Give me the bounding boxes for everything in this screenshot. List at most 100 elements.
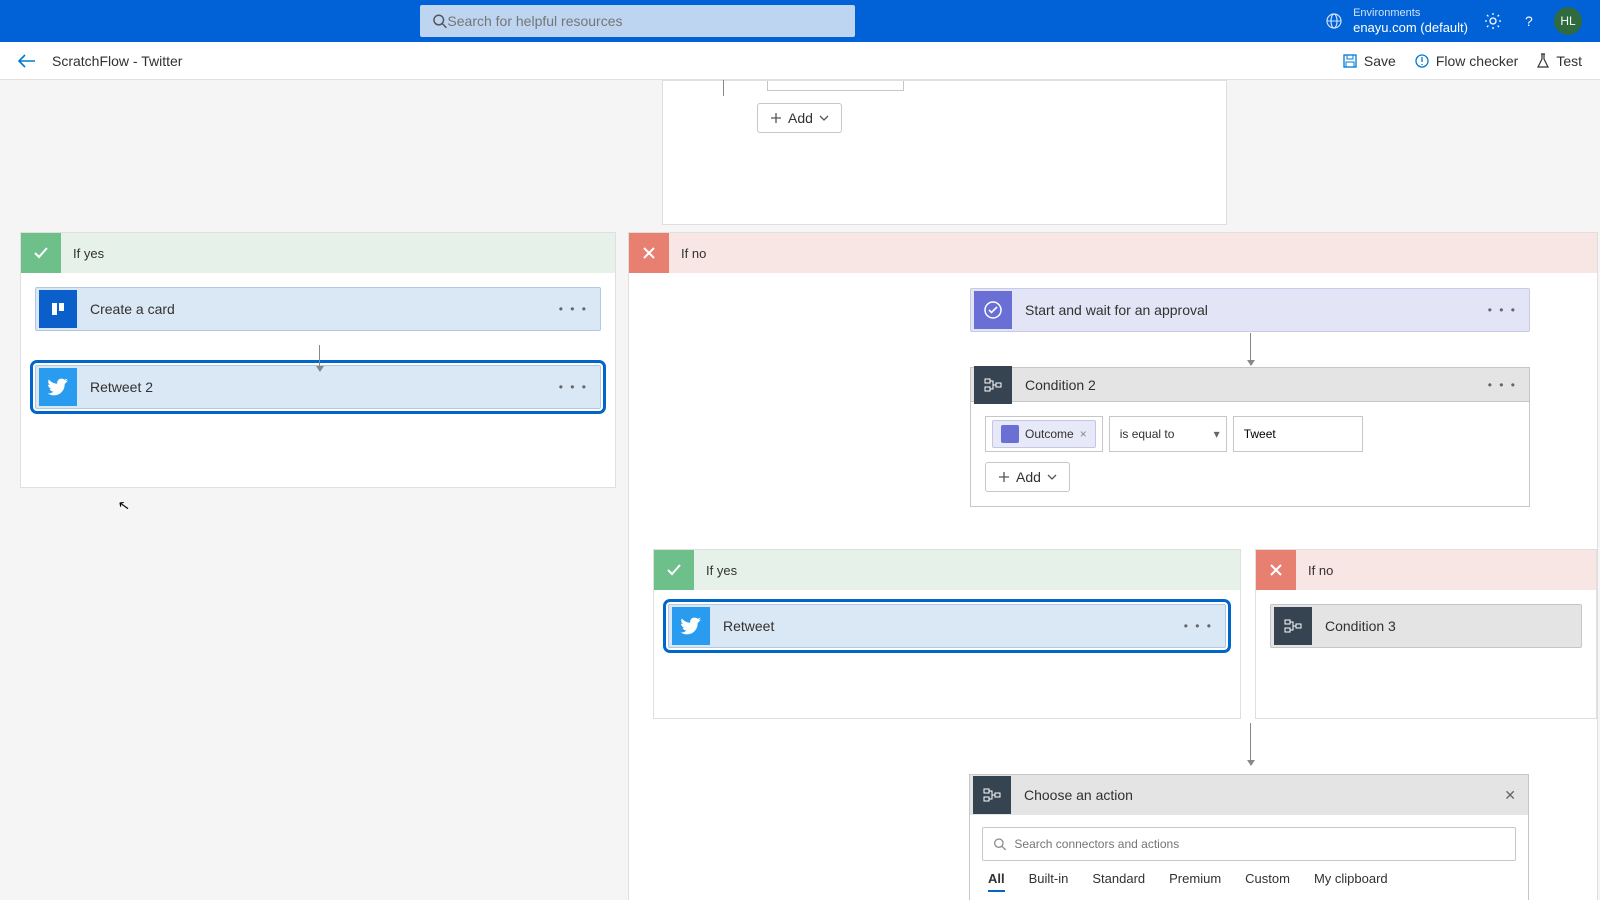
connector-line	[319, 345, 320, 371]
token-remove-button[interactable]: ×	[1080, 427, 1087, 441]
plus-icon	[998, 471, 1010, 483]
tab-all[interactable]: All	[988, 871, 1005, 892]
tab-clipboard[interactable]: My clipboard	[1314, 871, 1388, 892]
test-label: Test	[1556, 53, 1582, 69]
start-wait-label: Start and wait for an approval	[1015, 302, 1476, 318]
checker-icon	[1414, 53, 1430, 69]
card-menu-button[interactable]: • • •	[547, 380, 600, 394]
connector-line	[723, 80, 724, 96]
card-menu-button[interactable]: • • •	[1476, 303, 1529, 317]
add-label: Add	[788, 110, 813, 126]
if-yes-label: If yes	[73, 246, 104, 261]
condition-icon	[973, 776, 1011, 814]
card-menu-button[interactable]: • • •	[1172, 619, 1225, 633]
arrow-left-icon	[18, 54, 36, 68]
environment-icon	[1325, 12, 1343, 30]
condition-icon	[1274, 607, 1312, 645]
help-button[interactable]: ?	[1518, 10, 1540, 32]
flask-icon	[1536, 53, 1550, 69]
chevron-down-icon	[819, 114, 829, 122]
add-label: Add	[1016, 469, 1041, 485]
token-label: Outcome	[1025, 427, 1074, 441]
create-card-label: Create a card	[80, 301, 547, 317]
nested-if-no-label: If no	[1308, 563, 1333, 578]
environment-label: Environments	[1353, 7, 1468, 20]
connector-line	[1250, 333, 1251, 365]
condition2-card[interactable]: Condition 2 • • • Outcome × is equal to	[970, 367, 1530, 507]
create-card-action[interactable]: Create a card • • •	[35, 287, 601, 331]
if-yes-branch: If yes Create a card • • • Retweet 2 • •…	[20, 232, 616, 488]
twitter-icon	[672, 607, 710, 645]
condition-icon	[974, 366, 1012, 404]
retweet-action[interactable]: Retweet • • •	[668, 604, 1226, 648]
test-button[interactable]: Test	[1536, 53, 1582, 69]
connector-line	[1250, 723, 1251, 765]
card-menu-button[interactable]: • • •	[1476, 378, 1529, 392]
token-icon	[1001, 425, 1019, 443]
x-icon	[629, 233, 669, 273]
connector-search[interactable]	[982, 827, 1516, 861]
operator-label: is equal to	[1120, 427, 1175, 441]
help-icon: ?	[1520, 12, 1538, 30]
flow-checker-label: Flow checker	[1436, 53, 1518, 69]
plus-icon	[770, 112, 782, 124]
svg-text:?: ?	[1525, 13, 1533, 29]
tab-builtin[interactable]: Built-in	[1029, 871, 1069, 892]
choose-action-title: Choose an action	[1014, 787, 1492, 803]
save-label: Save	[1364, 53, 1396, 69]
flow-canvas: Add If yes Create a card • • • Retweet 2	[0, 80, 1600, 900]
save-icon	[1342, 53, 1358, 69]
close-button[interactable]: ✕	[1492, 787, 1528, 804]
nested-if-no-header[interactable]: If no	[1256, 550, 1596, 590]
tab-standard[interactable]: Standard	[1092, 871, 1145, 892]
tab-premium[interactable]: Premium	[1169, 871, 1221, 892]
global-search[interactable]	[420, 5, 855, 37]
check-icon	[21, 233, 61, 273]
retweet2-label: Retweet 2	[80, 379, 547, 395]
add-button[interactable]: Add	[757, 103, 842, 133]
condition3-card[interactable]: Condition 3	[1270, 604, 1582, 648]
outcome-token[interactable]: Outcome ×	[992, 420, 1096, 448]
flow-checker-button[interactable]: Flow checker	[1414, 53, 1518, 69]
flow-title: ScratchFlow - Twitter	[52, 53, 182, 69]
card-menu-button[interactable]: • • •	[547, 302, 600, 316]
nested-if-yes-branch: If yes Retweet • • •	[653, 549, 1241, 719]
if-no-label: If no	[681, 246, 706, 261]
gear-icon	[1484, 12, 1502, 30]
operator-select[interactable]: is equal to	[1109, 416, 1227, 452]
x-icon	[1256, 550, 1296, 590]
settings-button[interactable]	[1482, 10, 1504, 32]
condition3-label: Condition 3	[1315, 618, 1581, 634]
if-yes-header[interactable]: If yes	[21, 233, 615, 273]
nested-if-no-branch: If no Condition 3	[1255, 549, 1597, 719]
if-no-header[interactable]: If no	[629, 233, 1597, 273]
start-wait-action[interactable]: Start and wait for an approval • • •	[970, 288, 1530, 332]
top-app-bar: Environments enayu.com (default) ? HL	[0, 0, 1600, 42]
mouse-cursor: ↖	[117, 496, 132, 515]
chevron-down-icon	[1047, 473, 1057, 481]
condition2-label: Condition 2	[1015, 377, 1476, 393]
back-button[interactable]	[18, 54, 36, 68]
nested-if-yes-label: If yes	[706, 563, 737, 578]
add-row-button[interactable]: Add	[985, 462, 1070, 492]
input-stub	[767, 81, 904, 91]
approval-icon	[974, 291, 1012, 329]
condition-value-input[interactable]	[1233, 416, 1363, 452]
user-avatar[interactable]: HL	[1554, 7, 1582, 35]
environment-picker[interactable]: Environments enayu.com (default)	[1325, 7, 1468, 36]
search-icon	[993, 837, 1006, 851]
save-button[interactable]: Save	[1342, 53, 1396, 69]
editor-toolbar: ScratchFlow - Twitter Save Flow checker …	[0, 42, 1600, 80]
retweet-label: Retweet	[713, 618, 1172, 634]
connector-search-input[interactable]	[1014, 837, 1505, 851]
search-icon	[432, 13, 447, 29]
choose-action-panel: Choose an action ✕ All Built-in Standard…	[969, 774, 1529, 900]
global-search-input[interactable]	[447, 13, 843, 29]
environment-name: enayu.com (default)	[1353, 20, 1468, 36]
tab-custom[interactable]: Custom	[1245, 871, 1290, 892]
nested-if-yes-header[interactable]: If yes	[654, 550, 1240, 590]
twitter-icon	[39, 368, 77, 406]
connector-tabs: All Built-in Standard Premium Custom My …	[982, 871, 1516, 892]
parent-action-card: Add	[662, 80, 1227, 225]
trello-icon	[39, 290, 77, 328]
